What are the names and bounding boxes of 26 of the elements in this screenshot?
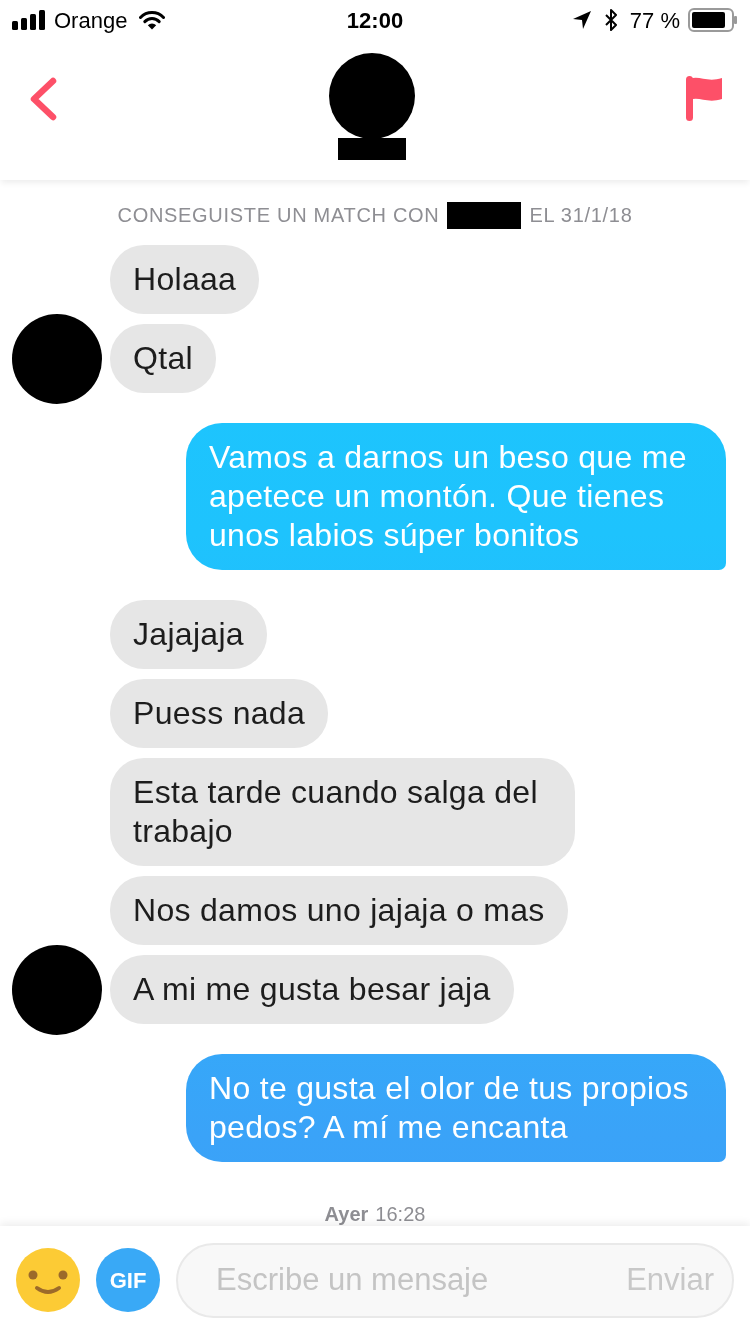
received-message: A mi me gusta besar jaja [110, 955, 514, 1024]
status-time: 12:00 [346, 6, 404, 35]
timestamp-time: 16:28 [375, 1202, 426, 1226]
match-notice-text: CONSEGUISTE UN MATCH CON [117, 203, 440, 228]
signal-icon [12, 10, 46, 30]
battery-percent: 77 % [629, 6, 680, 35]
back-icon[interactable] [28, 77, 58, 121]
timestamp-day: Ayer [324, 1202, 369, 1226]
received-message: Puess nada [110, 679, 328, 748]
received-message: Qtal [110, 324, 216, 393]
sent-message: Vamos a darnos un beso que me apetece un montón. Que tienes unos labios súper bonitos [186, 423, 726, 570]
received-message: Jajajaja [110, 600, 267, 669]
redaction-bar [338, 138, 406, 160]
carrier-name: Orange [54, 6, 128, 35]
flag-icon[interactable] [686, 74, 722, 122]
received-message: Holaaa [110, 245, 260, 314]
gif-button[interactable]: GIF [96, 1248, 160, 1312]
wifi-icon [139, 10, 166, 30]
sent-message: No te gusta el olor de tus propios pedos? A mí me encanta [186, 1054, 726, 1162]
battery-icon [688, 8, 738, 32]
smiley-icon[interactable] [16, 1248, 80, 1312]
location-arrow-icon [571, 10, 592, 30]
bluetooth-icon [603, 9, 618, 31]
received-message: Nos damos uno jajaja o mas [110, 876, 568, 945]
match-date-text: EL 31/1/18 [529, 203, 633, 228]
received-message: Esta tarde cuando salga del trabajo [110, 758, 575, 866]
